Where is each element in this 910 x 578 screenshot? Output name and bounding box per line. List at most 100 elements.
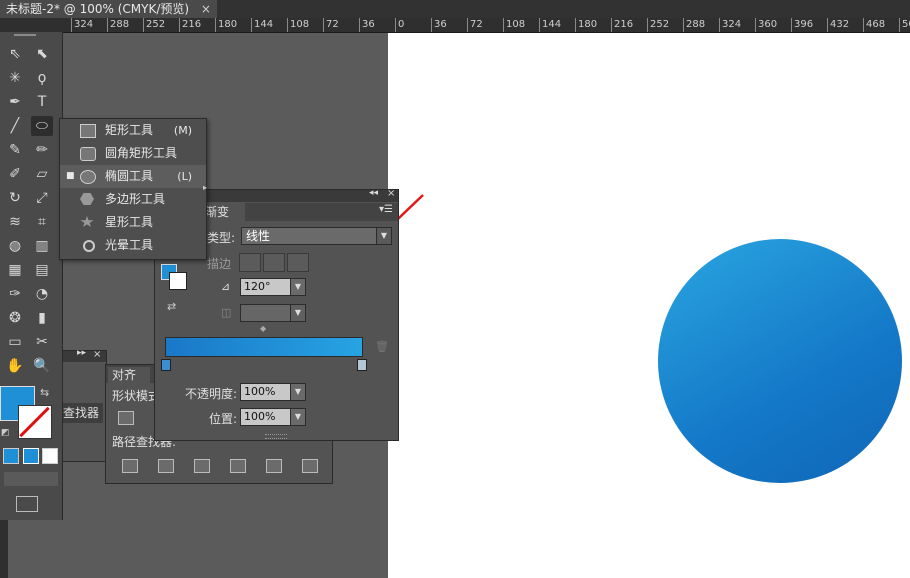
- expand-icon[interactable]: ▸▸: [77, 348, 86, 358]
- gradient-circle[interactable]: [658, 239, 902, 483]
- color-mode-button[interactable]: [3, 448, 19, 464]
- merge-icon[interactable]: [194, 459, 210, 473]
- draw-modes[interactable]: [4, 472, 58, 486]
- stroke-across-button[interactable]: [287, 253, 309, 272]
- shape-modes-label: 形状模式: [112, 389, 161, 403]
- resize-grip[interactable]: [265, 434, 287, 439]
- zoom-icon[interactable]: 🔍: [31, 356, 53, 376]
- blend-icon[interactable]: ◔: [31, 284, 53, 304]
- close-icon[interactable]: ×: [93, 349, 101, 360]
- tearoff-icon[interactable]: ▸: [203, 183, 207, 192]
- reverse-gradient-icon[interactable]: ⇄: [167, 300, 183, 314]
- scale-icon[interactable]: ⤢: [31, 188, 53, 208]
- aspect-ratio-field[interactable]: [240, 304, 292, 322]
- position-field[interactable]: 100%: [240, 408, 292, 426]
- none-mode-button[interactable]: [42, 448, 58, 464]
- stroke-swatch[interactable]: [18, 405, 52, 439]
- opacity-dropdown[interactable]: ▼: [290, 383, 306, 401]
- gradient-icon[interactable]: ▤: [31, 260, 53, 280]
- eyedropper-icon[interactable]: ✑: [4, 284, 26, 304]
- direct-selection-tool-icon[interactable]: ⬉: [31, 44, 53, 64]
- tab-align[interactable]: 对齐: [108, 367, 150, 383]
- mesh-icon[interactable]: ▦: [4, 260, 26, 280]
- default-colors-icon[interactable]: ◩: [1, 428, 10, 438]
- close-icon[interactable]: ×: [201, 2, 211, 16]
- active-marker: ■: [66, 171, 75, 181]
- line-tool-icon[interactable]: ╱: [4, 116, 26, 136]
- stroke-within-button[interactable]: [239, 253, 261, 272]
- angle-dropdown[interactable]: ▼: [290, 278, 306, 296]
- paintbrush-icon[interactable]: ✎: [4, 140, 26, 160]
- flyout-item[interactable]: 光晕工具: [60, 234, 206, 257]
- gradient-stop-start[interactable]: [161, 359, 171, 371]
- symbol-sprayer-icon[interactable]: ❂: [4, 308, 26, 328]
- type-tool-icon[interactable]: T: [31, 92, 53, 112]
- unite-icon[interactable]: [118, 411, 134, 425]
- document-tab[interactable]: 未标题-2* @ 100% (CMYK/预览) ×: [0, 0, 217, 18]
- shape-builder-icon[interactable]: ◍: [4, 236, 26, 256]
- flyout-item[interactable]: ■ 椭圆工具 (L): [60, 165, 206, 188]
- rotate-icon[interactable]: ↻: [4, 188, 26, 208]
- gradient-stroke-swatch[interactable]: [169, 272, 187, 290]
- ruler-label: 288: [686, 19, 706, 30]
- tab-gradient-label: 渐变: [205, 205, 230, 219]
- minus-back-icon[interactable]: [302, 459, 318, 473]
- panel-menu-icon[interactable]: ▾☰: [379, 204, 393, 215]
- hand-icon[interactable]: ✋: [4, 356, 26, 376]
- gradient-mode-button[interactable]: [23, 448, 39, 464]
- gradient-type-select[interactable]: 线性 ▼: [241, 227, 392, 245]
- graph-icon[interactable]: ▥: [31, 236, 53, 256]
- flyout-item[interactable]: 矩形工具 (M): [60, 119, 206, 142]
- screen-mode-icon[interactable]: [16, 496, 38, 512]
- tab-gradient[interactable]: 渐变: [201, 203, 245, 221]
- toolbar-grip[interactable]: [14, 34, 36, 36]
- ruler-tick: [827, 18, 828, 32]
- slice-icon[interactable]: ✂: [31, 332, 53, 352]
- column-graph-icon[interactable]: ▮: [31, 308, 53, 328]
- gradient-slider[interactable]: [165, 337, 363, 357]
- ruler-label: 0: [398, 19, 405, 30]
- angle-field[interactable]: 120°: [240, 278, 292, 296]
- opacity-value: 100%: [244, 385, 276, 398]
- stroke-along-button[interactable]: [263, 253, 285, 272]
- blob-brush-icon[interactable]: ✐: [4, 164, 26, 184]
- lasso-icon[interactable]: ϙ: [31, 68, 53, 88]
- eraser-icon[interactable]: ▱: [31, 164, 53, 184]
- ellipse-tool-icon[interactable]: ⬭: [31, 116, 53, 136]
- flyout-item[interactable]: 星形工具: [60, 211, 206, 234]
- delete-stop-icon[interactable]: 🗑: [375, 340, 389, 353]
- flyout-item-label: 多边形工具: [105, 192, 166, 206]
- pen-tool-icon[interactable]: ✒: [4, 92, 26, 112]
- ruler-tick: [395, 18, 396, 32]
- ruler-label: 108: [290, 19, 310, 30]
- pathfinder-side-tab[interactable]: 查找器: [63, 403, 103, 423]
- ruler-tick: [143, 18, 144, 32]
- collapse-icon[interactable]: ◂◂: [369, 188, 378, 198]
- pencil-icon[interactable]: ✏: [31, 140, 53, 160]
- magic-wand-icon[interactable]: ✳: [4, 68, 26, 88]
- gradient-stop-end[interactable]: [357, 359, 367, 371]
- midpoint-marker-icon[interactable]: ◆: [260, 324, 266, 333]
- free-transform-icon[interactable]: ⌗: [31, 212, 53, 232]
- crop-icon[interactable]: [230, 459, 246, 473]
- swap-fill-stroke-icon[interactable]: ⇆: [40, 386, 49, 399]
- opacity-field[interactable]: 100%: [240, 383, 292, 401]
- artboard-icon[interactable]: ▭: [4, 332, 26, 352]
- flyout-item[interactable]: 圆角矩形工具: [60, 142, 206, 165]
- ruler-tick: [179, 18, 180, 32]
- ruler-label: 216: [614, 19, 634, 30]
- divide-icon[interactable]: [122, 459, 138, 473]
- warp-icon[interactable]: ≋: [4, 212, 26, 232]
- aspect-ratio-dropdown[interactable]: ▼: [290, 304, 306, 322]
- gradient-type-value: 线性: [246, 229, 271, 243]
- ruler-label: 180: [578, 19, 598, 30]
- close-icon[interactable]: ×: [387, 188, 395, 199]
- trim-icon[interactable]: [158, 459, 174, 473]
- ruler-tick: [359, 18, 360, 32]
- pathfinder-side-tab-label: 查找器: [63, 406, 100, 420]
- selection-tool-icon[interactable]: ⇖: [4, 44, 26, 64]
- outline-icon[interactable]: [266, 459, 282, 473]
- ruler-tick: [431, 18, 432, 32]
- position-dropdown[interactable]: ▼: [290, 408, 306, 426]
- flyout-item[interactable]: 多边形工具: [60, 188, 206, 211]
